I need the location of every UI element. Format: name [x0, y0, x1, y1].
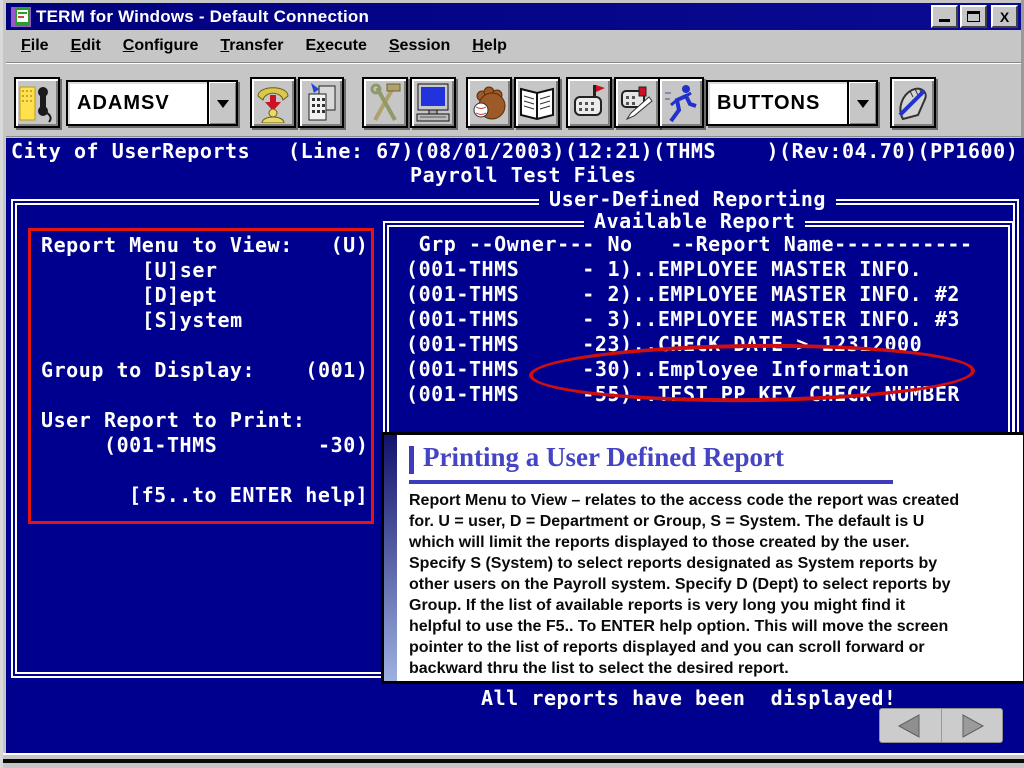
- minimize-icon: [939, 19, 950, 22]
- mail-receive-button[interactable]: [566, 77, 612, 128]
- previous-button[interactable]: [880, 709, 942, 742]
- report-table-header: Grp --Owner--- No --Report Name---------…: [406, 232, 973, 256]
- note-title: Printing a User Defined Report: [423, 442, 784, 472]
- menu-item-execute[interactable]: Execute: [295, 32, 378, 60]
- hangup-phone-button[interactable]: [250, 77, 296, 128]
- note-gradient-bar: [384, 435, 397, 681]
- dial-keypad-button[interactable]: [298, 77, 344, 128]
- run-script-button[interactable]: [658, 77, 704, 128]
- window-title: TERM for Windows - Default Connection: [36, 6, 370, 26]
- window-bottom-frame: [3, 753, 1024, 768]
- connect-phone-icon: [19, 86, 52, 123]
- menu-item-transfer[interactable]: Transfer: [209, 32, 294, 60]
- hangup-phone-icon: [257, 86, 289, 123]
- mail-send-button[interactable]: [614, 77, 660, 128]
- report-row: (001-THMS - 2)..EMPLOYEE MASTER INFO. #2: [406, 282, 961, 306]
- session-combobox-arrow[interactable]: [207, 82, 236, 124]
- capture-glove-button[interactable]: [466, 77, 512, 128]
- next-button[interactable]: [942, 709, 1003, 742]
- edit-buttons-pen-icon: [898, 87, 927, 120]
- session-combobox-value: ADAMSV: [77, 91, 170, 114]
- buttons-combobox-arrow[interactable]: [847, 82, 876, 124]
- app-icon[interactable]: [11, 6, 31, 27]
- setup-tools-button[interactable]: [362, 77, 408, 128]
- log-book-button[interactable]: [514, 77, 560, 128]
- note-body: Report Menu to View – relates to the acc…: [409, 492, 960, 677]
- terminal-monitor-icon: [416, 83, 450, 121]
- menu-item-configure[interactable]: Configure: [112, 32, 210, 60]
- status-message: All reports have been displayed!: [481, 686, 897, 710]
- note-title-rule: [409, 480, 893, 484]
- report-row: (001-THMS - 1)..EMPLOYEE MASTER INFO.: [406, 257, 923, 281]
- mail-receive-icon: [574, 84, 605, 116]
- menu-item-file[interactable]: File: [10, 32, 60, 60]
- term-window: { "window": { "title": "TERM for Windows…: [0, 0, 1024, 768]
- annotation-red-box: [28, 228, 374, 524]
- chevron-down-icon: [856, 99, 869, 114]
- buttons-combobox[interactable]: BUTTONS: [706, 80, 878, 126]
- dial-keypad-icon: [308, 82, 336, 120]
- edit-buttons-button[interactable]: [890, 77, 936, 128]
- buttons-combobox-value: BUTTONS: [717, 91, 821, 114]
- menu-item-session[interactable]: Session: [378, 32, 461, 60]
- close-button[interactable]: X: [991, 5, 1018, 28]
- run-script-icon: [665, 84, 697, 122]
- chevron-down-icon: [216, 99, 229, 114]
- title-bar[interactable]: TERM for Windows - Default Connection X: [6, 3, 1021, 30]
- note-title-tick: [409, 446, 414, 474]
- toolbar: ADAMSV BUTTONS: [6, 64, 1021, 137]
- maximize-button[interactable]: [960, 5, 987, 28]
- connect-phone-button[interactable]: [14, 77, 60, 128]
- minimize-button[interactable]: [931, 5, 958, 28]
- maximize-icon: [967, 11, 980, 22]
- menu-item-help[interactable]: Help: [461, 32, 518, 60]
- nav-arrows-panel: [879, 708, 1003, 743]
- setup-tools-icon: [370, 83, 401, 121]
- terminal-header-line: City of UserReports (Line: 67)(08/01/200…: [11, 139, 1019, 163]
- session-combobox[interactable]: ADAMSV: [66, 80, 238, 126]
- annotation-note-box: Printing a User Defined Report Report Me…: [381, 432, 1024, 684]
- menu-item-edit[interactable]: Edit: [60, 32, 112, 60]
- arrow-right-icon: [962, 713, 984, 738]
- log-book-icon: [520, 87, 554, 120]
- terminal-monitor-button[interactable]: [410, 77, 456, 128]
- mail-send-icon: [621, 86, 653, 120]
- report-row: (001-THMS - 3)..EMPLOYEE MASTER INFO. #3: [406, 307, 961, 331]
- report-box-title: Available Report: [584, 209, 806, 234]
- frame-shadow-line: [3, 759, 1024, 763]
- terminal-subtitle: Payroll Test Files: [410, 163, 637, 187]
- menu-bar: File Edit Configure Transfer Execute Session H…: [6, 30, 1021, 63]
- arrow-left-icon: [898, 713, 920, 738]
- capture-glove-icon: [473, 86, 506, 119]
